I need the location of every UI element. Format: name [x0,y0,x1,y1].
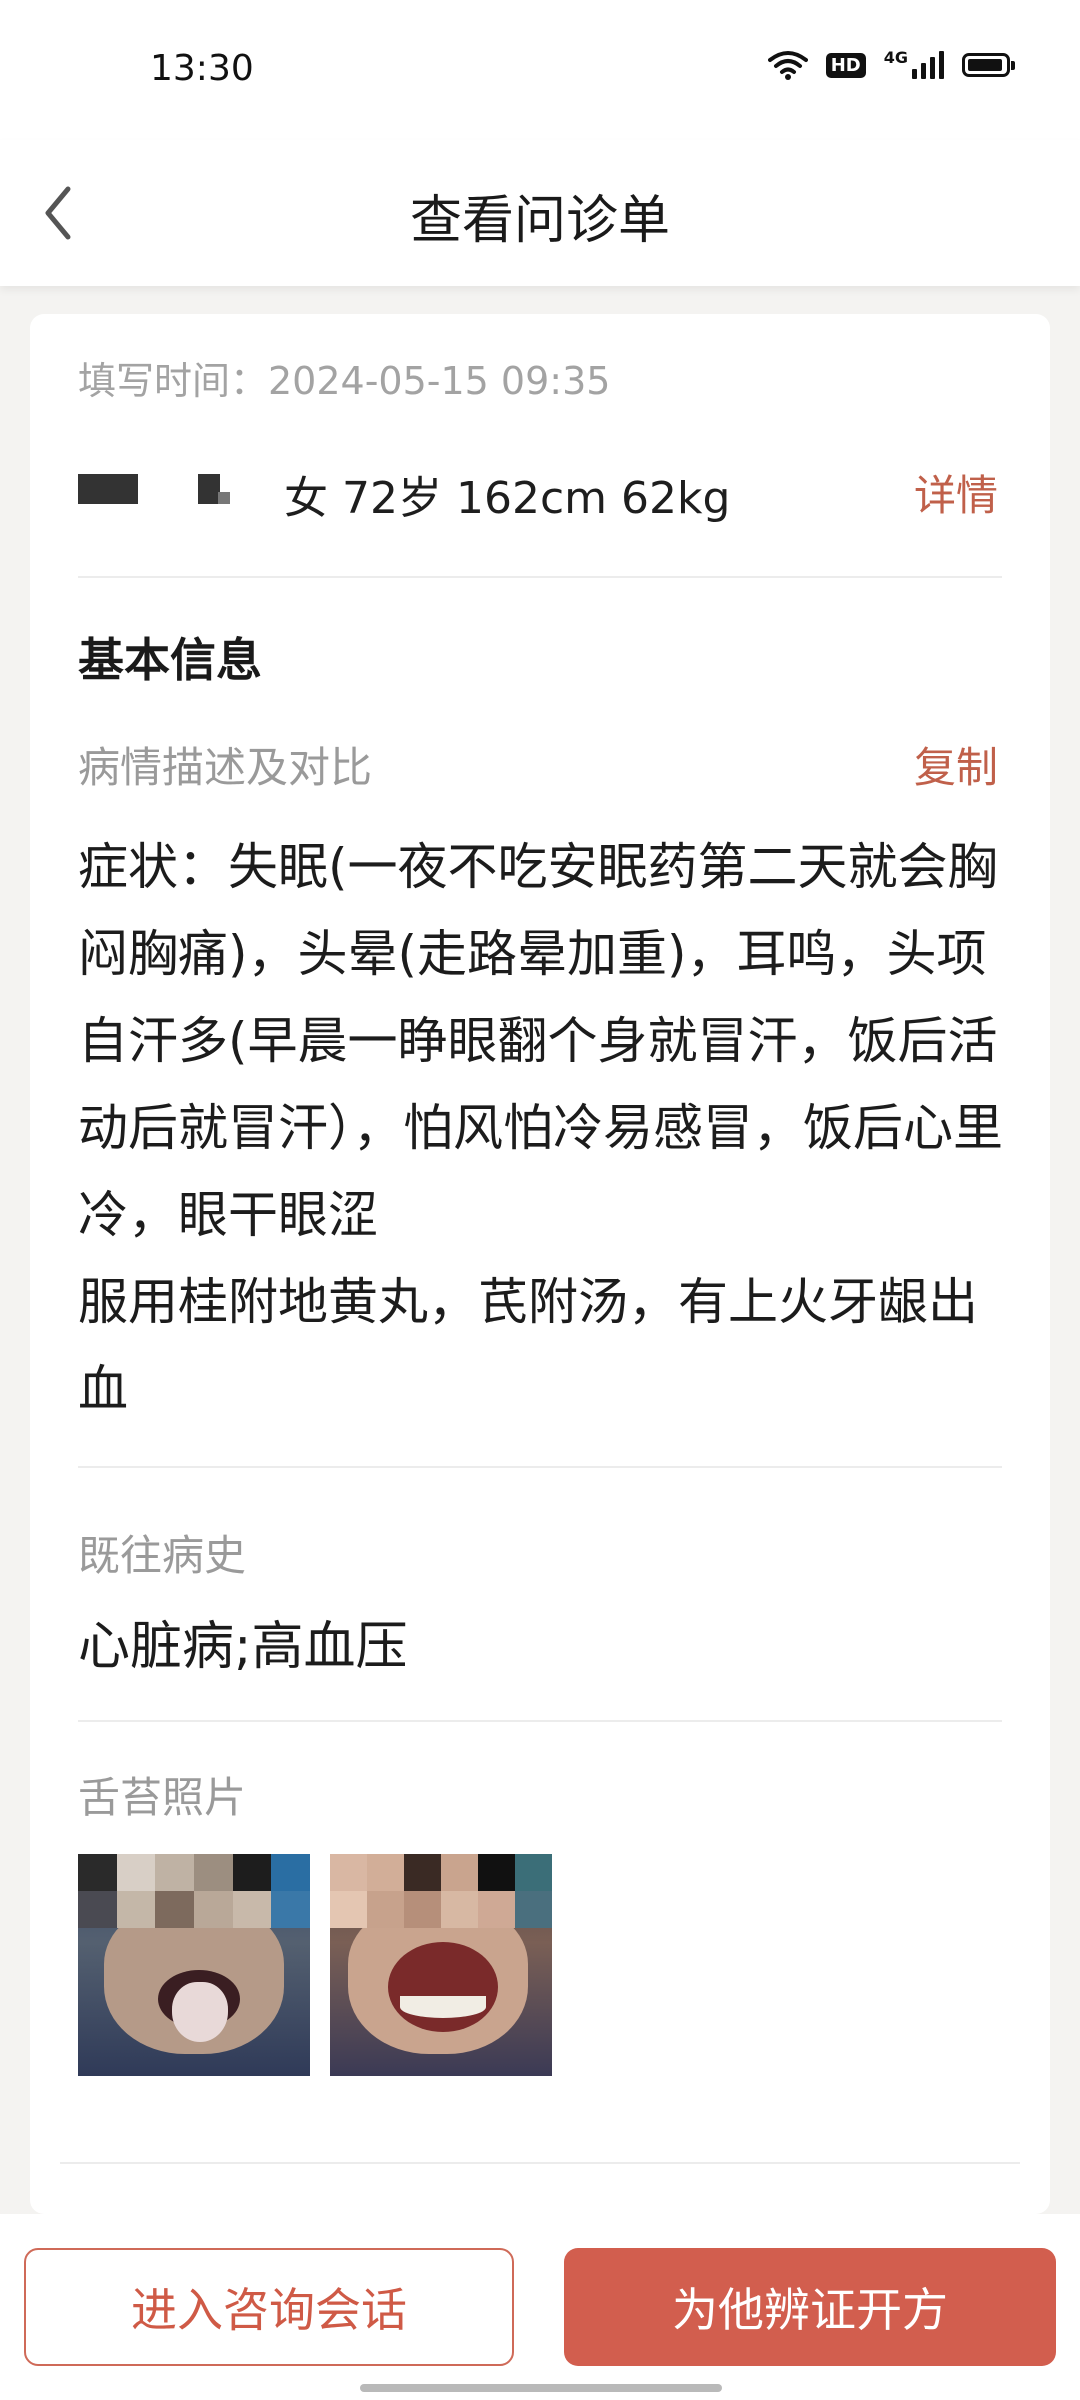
battery-icon [962,53,1015,77]
signal-icon [912,51,944,79]
condition-description: 症状：失眠(一夜不吃安眠药第二天就会胸闷胸痛)，头晕(走路晕加重)，耳鸣，头项自… [78,838,1003,1418]
mosaic-blur [78,1854,310,1928]
history-text: 心脏病;高血压 [78,1617,408,1677]
copy-button[interactable]: 复制 [914,734,998,795]
patient-row: 女 72岁 162cm 62kg 详情 [78,454,998,534]
divider [78,1466,1002,1468]
divider [78,576,1002,578]
enter-consultation-button[interactable]: 进入咨询会话 [24,2248,514,2366]
bottom-action-bar: 进入咨询会话 为他辨证开方 [0,2214,1080,2400]
home-indicator[interactable] [360,2384,722,2392]
patient-info: 女 72岁 162cm 62kg [284,473,731,524]
mosaic-blur [330,1854,552,1928]
tongue-photo[interactable] [78,1854,310,2076]
condition-label: 病情描述及对比 [78,743,373,792]
wifi-icon [767,51,808,80]
patient-name-redacted [78,474,238,514]
consultation-card: 填写时间：2024-05-15 09:35 女 72岁 162cm 62kg 详… [30,314,1050,2214]
tongue-photo[interactable] [330,1854,552,2076]
nav-bar: 查看问诊单 [0,140,1080,286]
network-type-label: 4G [883,47,908,67]
tongue-photos-label: 舌苔照片 [78,1773,247,1822]
status-bar: 13:30 HD 4G [0,0,1080,140]
status-time: 13:30 [150,48,254,89]
prescribe-button[interactable]: 为他辨证开方 [564,2248,1056,2366]
page-title: 查看问诊单 [409,191,670,251]
history-label: 既往病史 [78,1531,247,1580]
hd-badge: HD [825,52,866,78]
divider [60,2162,1020,2164]
status-icons: HD 4G [767,47,1015,80]
basic-info-title: 基本信息 [78,633,262,687]
fill-time: 填写时间：2024-05-15 09:35 [78,359,611,403]
detail-link[interactable]: 详情 [914,462,998,523]
divider [78,1720,1002,1722]
